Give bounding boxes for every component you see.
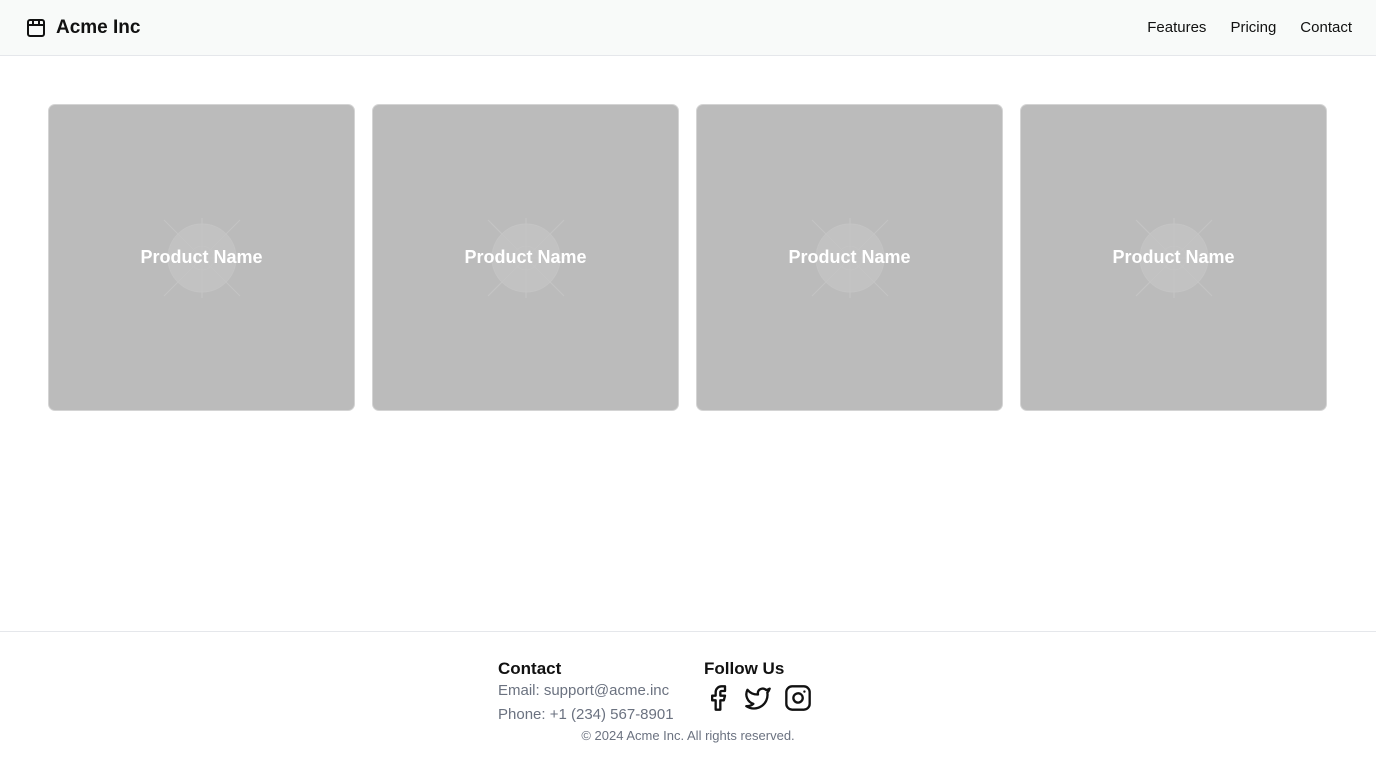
product-card[interactable]: Product Name [48,104,355,411]
brand-link[interactable]: Acme Inc [24,16,140,40]
instagram-icon[interactable] [784,684,812,712]
footer-social-section: Follow Us [704,659,812,712]
product-card[interactable]: Product Name [1020,104,1327,411]
contact-phone[interactable]: Phone: +1 (234) 567-8901 [498,703,674,727]
site-header: Acme Inc Features Pricing Contact [0,0,1376,56]
contact-heading: Contact [498,659,562,678]
twitter-icon[interactable] [744,684,772,712]
social-links [704,684,812,712]
nav-link-pricing[interactable]: Pricing [1230,18,1276,38]
product-name: Product Name [140,247,263,267]
package-icon [27,19,45,37]
contact-email[interactable]: Email: support@acme.inc [498,679,674,703]
brand-name: Acme Inc [56,17,141,38]
nav-link-contact[interactable]: Contact [1300,18,1352,38]
product-name: Product Name [464,247,587,267]
main-nav: Features Pricing Contact [1147,18,1352,38]
copyright-text: © 2024 Acme Inc. All rights reserved. [581,728,795,743]
facebook-icon[interactable] [704,684,732,712]
site-footer: Contact Email: support@acme.inc Phone: +… [0,631,1376,768]
product-name: Product Name [788,247,911,267]
footer-contact-section: Contact Email: support@acme.inc Phone: +… [498,659,674,727]
product-card[interactable]: Product Name [372,104,679,411]
product-card[interactable]: Product Name [696,104,1003,411]
follow-heading: Follow Us [704,659,785,678]
nav-link-features[interactable]: Features [1147,18,1206,38]
product-name: Product Name [1112,247,1235,267]
